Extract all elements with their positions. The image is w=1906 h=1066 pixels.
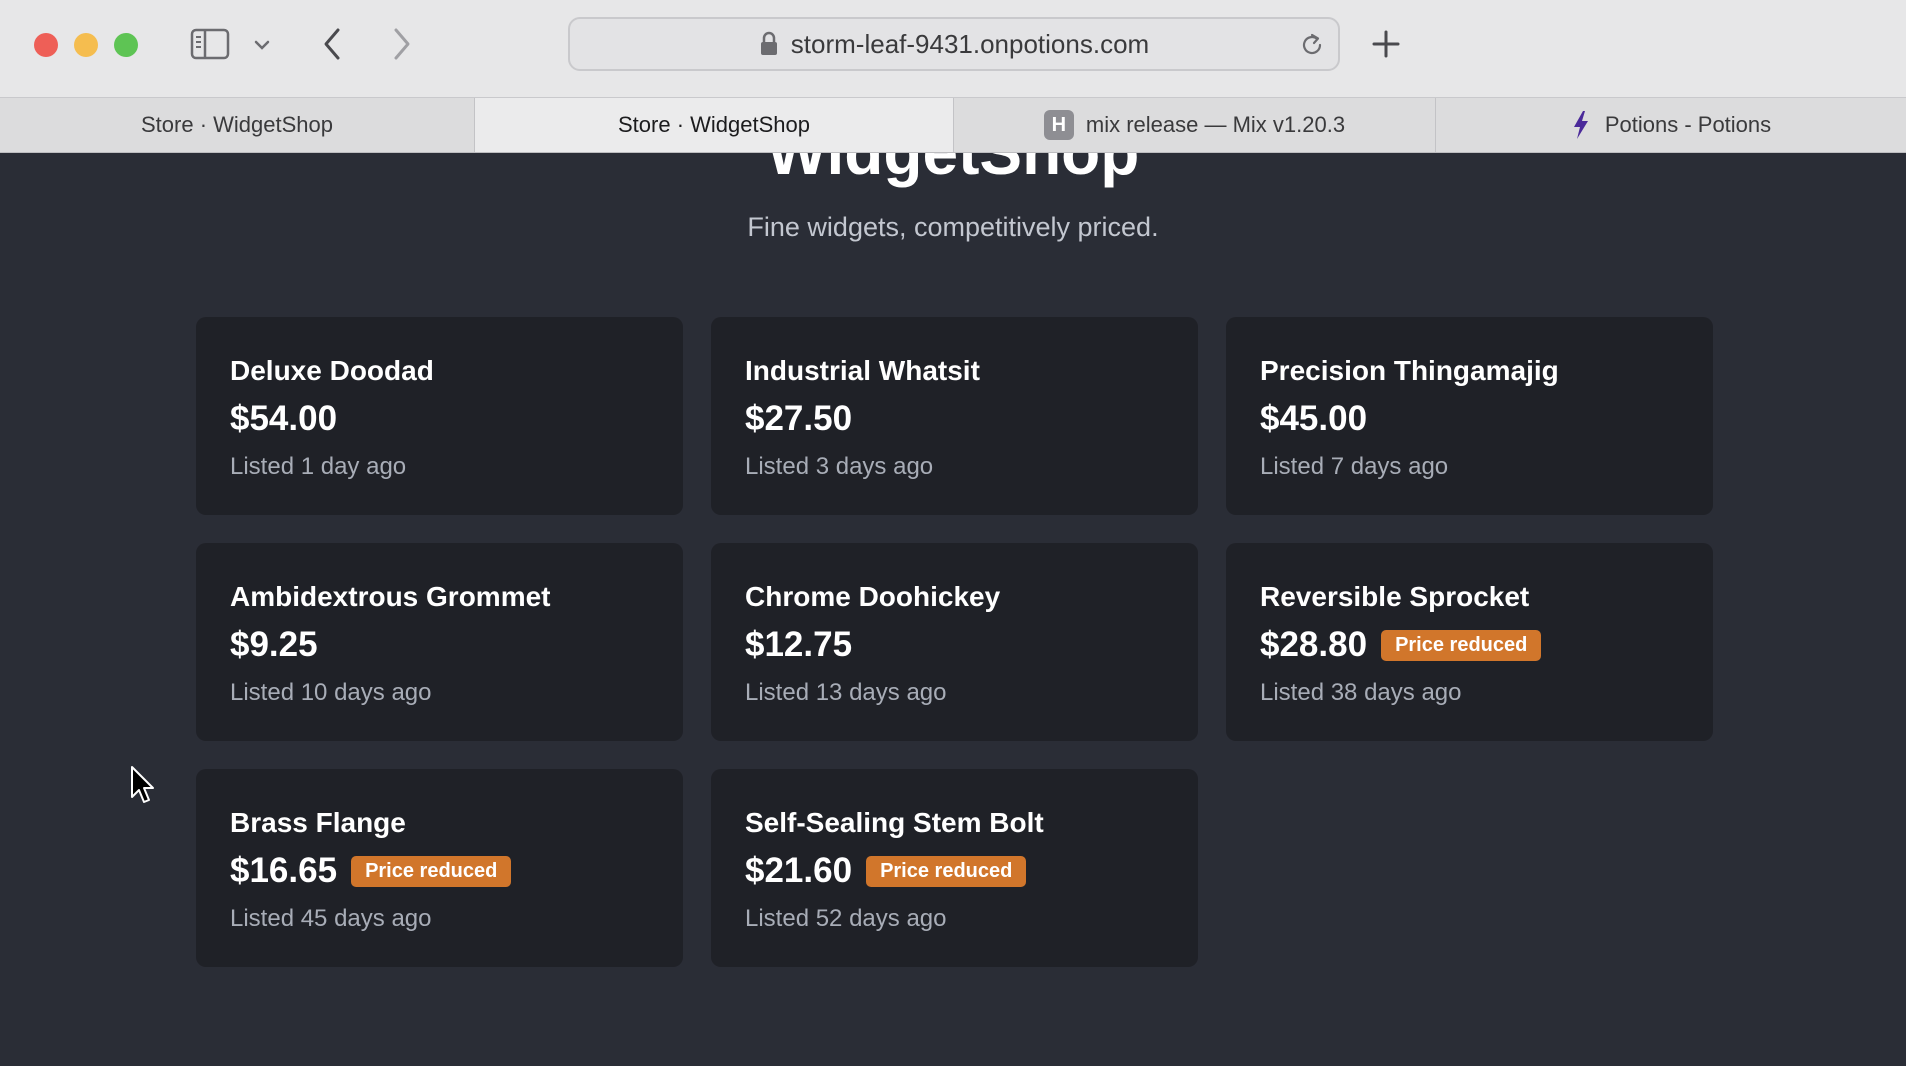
price-reduced-badge: Price reduced bbox=[351, 855, 512, 887]
product-price: $9.25 bbox=[230, 625, 318, 664]
product-price: $45.00 bbox=[1260, 399, 1368, 438]
sidebar-toggle-icon[interactable] bbox=[188, 26, 232, 62]
product-name: Industrial Whatsit bbox=[745, 355, 980, 386]
product-name: Reversible Sprocket bbox=[1260, 581, 1530, 612]
address-bar[interactable]: storm-leaf-9431.onpotions.com bbox=[568, 17, 1340, 71]
product-card[interactable]: Precision Thingamajig $45.00 Listed 7 da… bbox=[1226, 317, 1713, 515]
product-price: $54.00 bbox=[230, 399, 338, 438]
product-name: Chrome Doohickey bbox=[745, 581, 1001, 612]
tab-bar: Store · WidgetShop Store · WidgetShop H … bbox=[0, 97, 1906, 153]
product-name: Precision Thingamajig bbox=[1260, 355, 1559, 386]
product-listed: Listed 10 days ago bbox=[230, 679, 432, 706]
zoom-window-button[interactable] bbox=[114, 33, 138, 57]
tab-label: Store · WidgetShop bbox=[618, 112, 810, 137]
tab-label: Store · WidgetShop bbox=[141, 112, 333, 137]
product-price: $21.60 bbox=[745, 851, 853, 890]
lock-icon bbox=[759, 31, 779, 57]
product-listed: Listed 7 days ago bbox=[1260, 453, 1449, 480]
tab-store-widgetshop[interactable]: Store · WidgetShop bbox=[0, 98, 475, 152]
url-text: storm-leaf-9431.onpotions.com bbox=[790, 28, 1150, 59]
price-reduced-badge: Price reduced bbox=[1381, 629, 1542, 661]
forward-icon[interactable] bbox=[384, 24, 420, 64]
chevron-down-icon[interactable] bbox=[250, 30, 274, 60]
product-name: Brass Flange bbox=[230, 807, 406, 838]
product-card[interactable]: Ambidextrous Grommet $9.25 Listed 10 day… bbox=[196, 543, 683, 741]
page-subtitle: Fine widgets, competitively priced. bbox=[747, 212, 1159, 242]
page-title: WidgetShop bbox=[0, 153, 1906, 189]
page-content: WidgetShop Fine widgets, competitively p… bbox=[0, 153, 1906, 1066]
product-card[interactable]: Industrial Whatsit $27.50 Listed 3 days … bbox=[711, 317, 1198, 515]
reload-icon[interactable] bbox=[1298, 31, 1326, 59]
product-name: Deluxe Doodad bbox=[230, 355, 434, 386]
price-reduced-badge: Price reduced bbox=[866, 855, 1027, 887]
product-name: Self-Sealing Stem Bolt bbox=[745, 807, 1044, 838]
product-name: Ambidextrous Grommet bbox=[230, 581, 551, 612]
product-listed: Listed 1 day ago bbox=[230, 453, 407, 480]
product-price: $16.65 bbox=[230, 851, 338, 890]
h-favicon-icon: H bbox=[1043, 110, 1074, 140]
product-price: $12.75 bbox=[745, 625, 853, 664]
product-listed: Listed 52 days ago bbox=[745, 905, 947, 932]
product-card[interactable]: Brass Flange $16.65 Price reduced Listed… bbox=[196, 769, 683, 967]
mouse-pointer-icon bbox=[130, 765, 156, 810]
tab-store-widgetshop-active[interactable]: Store · WidgetShop bbox=[475, 98, 954, 152]
bolt-icon bbox=[1571, 110, 1591, 140]
product-listed: Listed 13 days ago bbox=[745, 679, 947, 706]
close-window-button[interactable] bbox=[34, 33, 58, 57]
minimize-window-button[interactable] bbox=[74, 33, 98, 57]
product-card[interactable]: Self-Sealing Stem Bolt $21.60 Price redu… bbox=[711, 769, 1198, 967]
tab-label: Potions - Potions bbox=[1604, 112, 1772, 137]
product-card[interactable]: Chrome Doohickey $12.75 Listed 13 days a… bbox=[711, 543, 1198, 741]
new-tab-icon[interactable] bbox=[1366, 24, 1406, 64]
back-icon[interactable] bbox=[314, 24, 350, 64]
product-listed: Listed 45 days ago bbox=[230, 905, 432, 932]
browser-toolbar: storm-leaf-9431.onpotions.com bbox=[0, 0, 1906, 97]
product-listed: Listed 38 days ago bbox=[1260, 679, 1462, 706]
tab-label: mix release — Mix v1.20.3 bbox=[1085, 112, 1346, 137]
product-price: $27.50 bbox=[745, 399, 853, 438]
product-card[interactable]: Reversible Sprocket $28.80 Price reduced… bbox=[1226, 543, 1713, 741]
tab-mix-release[interactable]: H mix release — Mix v1.20.3 bbox=[954, 98, 1436, 152]
tab-potions[interactable]: Potions - Potions bbox=[1436, 98, 1906, 152]
product-listed: Listed 3 days ago bbox=[745, 453, 934, 480]
product-price: $28.80 bbox=[1260, 625, 1368, 664]
product-card[interactable]: Deluxe Doodad $54.00 Listed 1 day ago bbox=[196, 317, 683, 515]
